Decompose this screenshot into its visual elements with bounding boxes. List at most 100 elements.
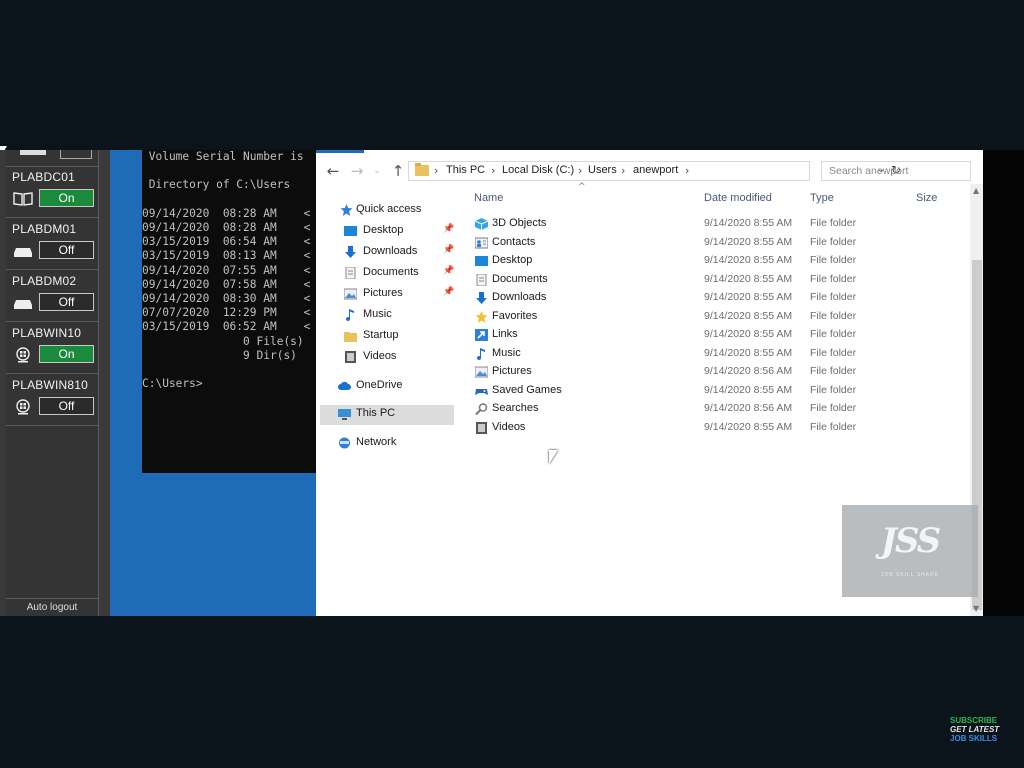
- nav-label: Desktop: [363, 224, 404, 236]
- downloads-icon: [345, 246, 356, 258]
- file-type: File folder: [810, 347, 857, 359]
- pin-icon[interactable]: 📌: [443, 266, 454, 276]
- up-arrow-icon[interactable]: ↑: [387, 161, 409, 181]
- vm-item-plabwin810[interactable]: PLABWIN810 Off: [6, 375, 98, 426]
- table-row[interactable]: Pictures 9/14/2020 8:56 AM File folder: [470, 363, 940, 381]
- file-date: 9/14/2020 8:55 AM: [704, 273, 793, 285]
- folder-icon: [344, 332, 357, 342]
- column-header-size[interactable]: Size: [916, 192, 937, 204]
- file-type: File folder: [810, 254, 857, 266]
- vm-name: PLABWIN810: [12, 378, 89, 392]
- music-icon: [477, 348, 485, 360]
- saved-games-icon: [475, 389, 488, 395]
- file-date: 9/14/2020 8:55 AM: [704, 236, 793, 248]
- column-header-type[interactable]: Type: [810, 192, 834, 204]
- videos-icon: [345, 351, 356, 363]
- video-letterbox-bottom: [0, 616, 1024, 768]
- documents-icon: [476, 274, 487, 286]
- nav-item-startup[interactable]: Startup: [316, 327, 456, 347]
- searches-icon: [475, 403, 488, 415]
- auto-logout-label[interactable]: Auto logout: [6, 598, 98, 613]
- table-row[interactable]: Links 9/14/2020 8:55 AM File folder: [470, 326, 940, 344]
- vm-item-plabdm01[interactable]: PLABDM01 Off: [6, 219, 98, 270]
- power-toggle-button[interactable]: On: [39, 189, 94, 207]
- nav-item-documents[interactable]: Documents 📌: [316, 264, 456, 284]
- nav-item-network[interactable]: Network: [316, 434, 456, 454]
- table-row[interactable]: Saved Games 9/14/2020 8:55 AM File folde…: [470, 382, 940, 400]
- breadcrumb-item[interactable]: Local Disk (C:): [502, 164, 574, 176]
- table-row[interactable]: Videos 9/14/2020 8:55 AM File folder: [470, 419, 940, 437]
- nav-label: Videos: [363, 350, 397, 362]
- favorites-icon: [475, 311, 488, 323]
- table-row[interactable]: Searches 9/14/2020 8:56 AM File folder: [470, 400, 940, 418]
- subscribe-overlay[interactable]: SUBSCRIBE GET LATEST JOB SKILLS: [950, 716, 999, 743]
- column-header-date[interactable]: Date modified: [704, 192, 772, 204]
- table-row[interactable]: Music 9/14/2020 8:55 AM File folder: [470, 345, 940, 363]
- channel-watermark-logo: JSS JOB SKILL SHARE: [842, 505, 978, 597]
- power-toggle-button[interactable]: On: [39, 345, 94, 363]
- file-type: File folder: [810, 328, 857, 340]
- terminal-output: Volume Serial Number is Directory of C:\…: [142, 150, 311, 391]
- table-row[interactable]: Favorites 9/14/2020 8:55 AM File folder: [470, 308, 940, 326]
- nav-item-onedrive[interactable]: OneDrive: [316, 377, 456, 397]
- file-date: 9/14/2020 8:56 AM: [704, 402, 793, 414]
- vm-item-plabdc01[interactable]: PLABDC01 On: [6, 167, 98, 218]
- table-row[interactable]: Documents 9/14/2020 8:55 AM File folder: [470, 271, 940, 289]
- table-row[interactable]: 3D Objects 9/14/2020 8:55 AM File folder: [470, 215, 940, 233]
- scroll-down-icon[interactable]: ▼: [973, 604, 979, 613]
- breadcrumb-item[interactable]: Users: [588, 164, 617, 176]
- file-name: Searches: [492, 402, 539, 414]
- file-date: 9/14/2020 8:55 AM: [704, 347, 793, 359]
- file-name: Favorites: [492, 310, 538, 322]
- chevron-right-icon: ›: [491, 164, 496, 177]
- nav-label: Documents: [363, 266, 419, 278]
- breadcrumb-item[interactable]: This PC: [446, 164, 485, 176]
- file-type: File folder: [810, 384, 857, 396]
- mouse-pointer-icon: [549, 450, 558, 464]
- forward-arrow-icon[interactable]: →: [346, 161, 368, 181]
- cloud-icon: [338, 381, 351, 390]
- table-row[interactable]: Downloads 9/14/2020 8:55 AM File folder: [470, 289, 940, 307]
- file-date: 9/14/2020 8:55 AM: [704, 421, 793, 433]
- nav-item-desktop[interactable]: Desktop 📌: [316, 222, 456, 242]
- file-name: Contacts: [492, 236, 536, 248]
- nav-item-music[interactable]: Music: [316, 306, 456, 326]
- pin-icon[interactable]: 📌: [443, 224, 454, 234]
- star-icon: [340, 204, 353, 216]
- nav-label: This PC: [356, 407, 396, 419]
- vm-item-plabwin10[interactable]: PLABWIN10 On: [6, 323, 98, 374]
- toolbar-stub-icon[interactable]: [20, 150, 46, 155]
- network-icon: [339, 437, 350, 449]
- nav-label: Music: [363, 308, 392, 320]
- nav-quick-access[interactable]: Quick access: [316, 201, 456, 221]
- power-toggle-button[interactable]: Off: [39, 241, 94, 259]
- recent-dropdown-icon[interactable]: ⌄: [366, 161, 388, 181]
- file-type: File folder: [810, 291, 857, 303]
- search-input[interactable]: Search anewport: [821, 161, 971, 181]
- vm-item-plabdm02[interactable]: PLABDM02 Off: [6, 271, 98, 322]
- chevron-right-icon: ›: [434, 164, 439, 177]
- folder-icon: [415, 163, 429, 176]
- scroll-up-icon[interactable]: ▲: [973, 186, 979, 195]
- column-header-name[interactable]: Name: [474, 192, 503, 204]
- table-row[interactable]: Contacts 9/14/2020 8:55 AM File folder: [470, 234, 940, 252]
- address-bar[interactable]: › This PC › Local Disk (C:) › Users › an…: [408, 161, 901, 181]
- file-name: 3D Objects: [492, 217, 547, 229]
- nav-item-videos[interactable]: Videos: [316, 348, 456, 368]
- breadcrumb-item[interactable]: anewport: [633, 164, 678, 176]
- nav-item-pictures[interactable]: Pictures 📌: [316, 285, 456, 305]
- power-toggle-button[interactable]: Off: [39, 397, 94, 415]
- pin-icon[interactable]: 📌: [443, 245, 454, 255]
- command-prompt-window[interactable]: Volume Serial Number is Directory of C:\…: [142, 150, 318, 473]
- toolbar-stub-icon[interactable]: [60, 150, 92, 159]
- pin-icon[interactable]: 📌: [443, 287, 454, 297]
- subscribe-line: GET LATEST: [950, 725, 1000, 734]
- table-row[interactable]: Desktop 9/14/2020 8:55 AM File folder: [470, 252, 940, 270]
- vm-control-panel: PLABDC01 On PLABDM01 Off PLABDM02 Off PL…: [0, 150, 110, 616]
- power-toggle-button[interactable]: Off: [39, 293, 94, 311]
- back-arrow-icon[interactable]: ←: [322, 161, 344, 181]
- nav-label: Quick access: [356, 203, 422, 215]
- nav-item-downloads[interactable]: Downloads 📌: [316, 243, 456, 263]
- nav-item-this-pc[interactable]: This PC: [320, 405, 454, 425]
- file-date: 9/14/2020 8:55 AM: [704, 254, 793, 266]
